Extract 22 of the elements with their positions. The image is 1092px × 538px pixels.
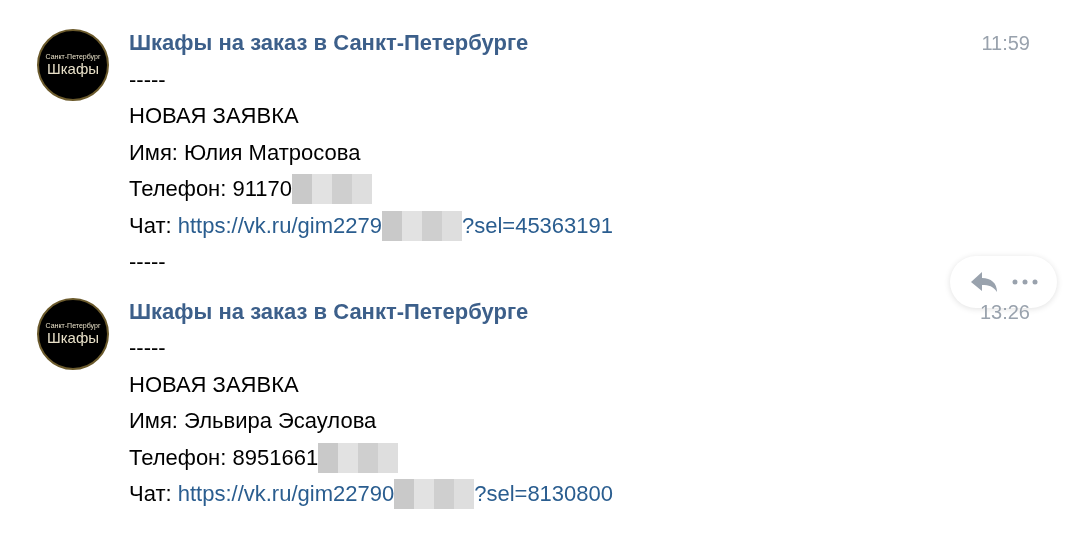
message-text: Имя: Юлия Матросова bbox=[129, 138, 361, 167]
chat-link[interactable]: ?sel=45363191 bbox=[461, 207, 614, 244]
message-time: 13:26 bbox=[979, 299, 1030, 325]
more-icon[interactable] bbox=[1012, 278, 1039, 285]
message-text: НОВАЯ ЗАЯВКА bbox=[129, 370, 299, 399]
message-text: Чат: bbox=[129, 211, 173, 240]
message-text: ----- bbox=[129, 65, 166, 94]
message-text: ----- bbox=[129, 334, 166, 362]
message-time: 11:59 bbox=[981, 31, 1030, 56]
avatar-title: Шкафы bbox=[46, 61, 100, 77]
message-text: НОВАЯ ЗАЯВКА bbox=[129, 102, 299, 130]
chat-link[interactable]: https://vk.ru/gim2279 bbox=[177, 207, 382, 244]
chat-link[interactable]: https://vk.ru/gim22790 bbox=[177, 476, 395, 513]
message-text: Чат: bbox=[129, 480, 173, 508]
message-text: Телефон: 8951661 bbox=[129, 443, 319, 472]
author-name[interactable]: Шкафы на заказ в Санкт-Петербурге bbox=[129, 25, 529, 62]
message-text: Имя: Эльвира Эсаулова bbox=[129, 407, 377, 435]
chat-link[interactable]: ?sel=8130800 bbox=[474, 476, 614, 513]
avatar-title: Шкафы bbox=[46, 329, 100, 346]
message-text: ----- bbox=[129, 248, 166, 276]
message-text: Телефон: 91170 bbox=[129, 175, 293, 203]
author-name[interactable]: Шкафы на заказ в Санкт-Петербурге bbox=[129, 293, 529, 330]
